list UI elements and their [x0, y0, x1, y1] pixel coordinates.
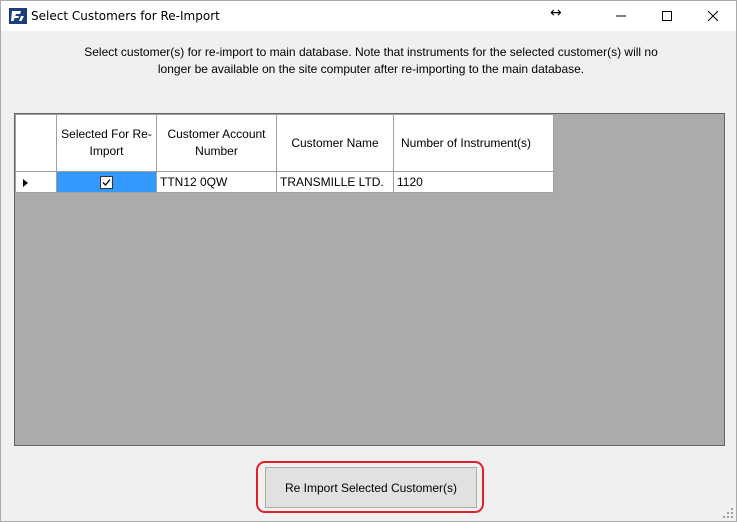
table-row[interactable]: TTN12 0QW TRANSMILLE LTD. 1120: [15, 171, 554, 193]
checkmark-icon: [102, 179, 111, 187]
customer-name-cell[interactable]: TRANSMILLE LTD.: [276, 171, 394, 193]
minimize-icon: [616, 15, 626, 17]
dialog-window: Select Customers for Re-Import ↔ Select …: [0, 0, 737, 522]
reimport-selected-button[interactable]: Re Import Selected Customer(s): [265, 467, 477, 508]
maximize-icon: [662, 11, 672, 21]
row-header-corner: [15, 114, 57, 172]
customers-grid[interactable]: Selected For Re-Import Customer Account …: [14, 113, 725, 446]
minimize-button[interactable]: [598, 1, 644, 31]
customers-table: Selected For Re-Import Customer Account …: [15, 114, 554, 193]
resize-arrows-icon: ↔: [550, 5, 562, 21]
selected-cell[interactable]: [56, 171, 157, 193]
window-title: Select Customers for Re-Import: [31, 9, 220, 23]
instruction-text: Select customer(s) for re-import to main…: [84, 45, 658, 76]
table-header-row: Selected For Re-Import Customer Account …: [15, 114, 554, 172]
size-grip-icon[interactable]: [722, 507, 734, 519]
app-logo-icon: [9, 8, 27, 24]
instrument-count-cell[interactable]: 1120: [393, 171, 554, 193]
reimport-checkbox[interactable]: [100, 176, 113, 190]
title-bar[interactable]: Select Customers for Re-Import ↔: [1, 1, 736, 31]
close-icon: [708, 11, 718, 21]
current-row-arrow-icon: [23, 178, 28, 187]
column-header-instrument-count[interactable]: Number of Instrument(s): [393, 114, 554, 172]
maximize-button[interactable]: [644, 1, 690, 31]
column-header-customer-name[interactable]: Customer Name: [276, 114, 394, 172]
row-header-cell[interactable]: [15, 171, 57, 193]
column-header-selected[interactable]: Selected For Re-Import: [56, 114, 157, 172]
close-button[interactable]: [690, 1, 736, 31]
column-header-account-number[interactable]: Customer Account Number: [156, 114, 277, 172]
account-number-cell[interactable]: TTN12 0QW: [156, 171, 277, 193]
